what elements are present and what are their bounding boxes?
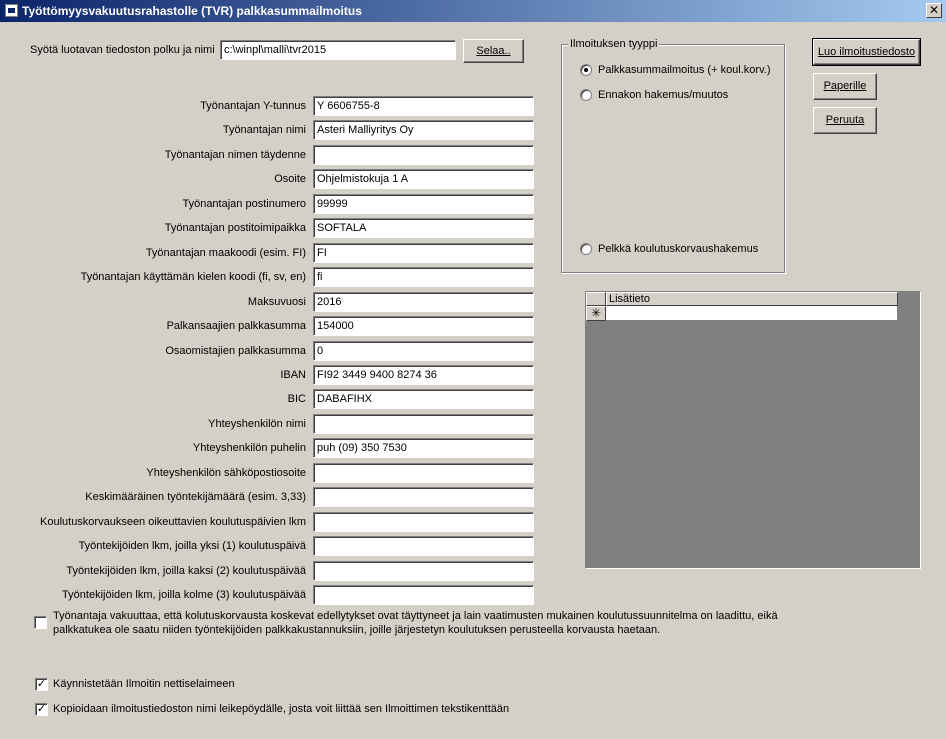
cancel-button[interactable]: Peruuta xyxy=(813,107,877,134)
form-field-input[interactable]: DABAFIHX xyxy=(313,389,534,409)
form-field-label: Osoite xyxy=(274,173,306,185)
copy-clipboard-checkbox[interactable]: ✓ xyxy=(35,703,48,716)
form-field-input[interactable]: FI xyxy=(313,243,534,263)
form-field-label: Työntekijöiden lkm, joilla kolme (3) kou… xyxy=(62,589,306,601)
form-field-label: Palkansaajien palkkasumma xyxy=(166,320,306,332)
form-field-label: Yhteyshenkilön nimi xyxy=(208,418,306,430)
grid-column-header[interactable]: Lisätieto xyxy=(606,292,898,306)
window-title: Työttömyysvakuutusrahastolle (TVR) palkk… xyxy=(22,4,362,18)
form-field-label: Työnantajan nimen täydenne xyxy=(164,149,306,161)
file-path-label: Syötä luotavan tiedoston polku ja nimi xyxy=(30,44,215,56)
radio-training-compensation-only-label[interactable]: Pelkkä koulutuskorvaushakemus xyxy=(598,243,758,255)
form-field-input[interactable] xyxy=(313,487,534,507)
form-field-label: Keskimääräinen työntekijämäärä (esim. 3,… xyxy=(85,491,306,503)
radio-payroll-notice[interactable] xyxy=(580,64,592,76)
grid-new-row-cell[interactable] xyxy=(606,306,898,321)
form-field-input[interactable]: 0 xyxy=(313,341,534,361)
form-field-input[interactable] xyxy=(313,512,534,532)
radio-payroll-notice-label[interactable]: Palkkasummailmoitus (+ koul.korv.) xyxy=(598,64,770,76)
form-field-label: Työnantajan Y-tunnus xyxy=(200,100,306,112)
notice-type-title: Ilmoituksen tyyppi xyxy=(568,38,660,50)
create-file-button[interactable]: Luo ilmoitustiedosto xyxy=(812,38,921,66)
browse-button[interactable]: Selaa.. xyxy=(463,39,524,63)
radio-training-compensation-only[interactable] xyxy=(580,243,592,255)
browse-button-label: Selaa.. xyxy=(476,45,511,57)
assurance-checkbox[interactable] xyxy=(34,616,47,629)
launch-browser-label: Käynnistetään Ilmoitin nettiselaimeen xyxy=(53,678,235,690)
title-bar: Työttömyysvakuutusrahastolle (TVR) palkk… xyxy=(0,0,946,22)
form-field-label: Koulutuskorvaukseen oikeuttavien koulutu… xyxy=(40,516,306,528)
new-row-marker-icon[interactable]: ✳ xyxy=(586,306,606,321)
form-field-label: Työnantajan nimi xyxy=(222,124,306,136)
form-field-input[interactable]: puh (09) 350 7530 xyxy=(313,438,534,458)
form-field-label: IBAN xyxy=(280,369,306,381)
launch-browser-checkbox[interactable]: ✓ xyxy=(35,678,48,691)
radio-advance-application[interactable] xyxy=(580,89,592,101)
form-field-input[interactable]: fi xyxy=(313,267,534,287)
form-field-label: Yhteyshenkilön sähköpostiosoite xyxy=(146,467,306,479)
form-field-label: Työntekijöiden lkm, joilla kaksi (2) kou… xyxy=(66,565,306,577)
cancel-button-label: Peruuta xyxy=(825,114,865,126)
notice-type-group xyxy=(561,44,785,273)
form-field-label: Työnantajan postitoimipaikka xyxy=(164,222,306,234)
app-icon xyxy=(5,4,18,17)
form-field-input[interactable]: Y 6606755-8 xyxy=(313,96,534,116)
form-field-input[interactable] xyxy=(313,561,534,581)
additional-info-grid[interactable]: Lisätieto ✳ xyxy=(585,291,921,569)
form-field-input[interactable] xyxy=(313,585,534,605)
form-field-input[interactable]: Asteri Malliyritys Oy xyxy=(313,120,534,140)
form-field-label: Maksuvuosi xyxy=(247,296,306,308)
form-field-input[interactable]: FI92 3449 9400 8274 36 xyxy=(313,365,534,385)
form-field-input[interactable] xyxy=(313,463,534,483)
grid-corner xyxy=(586,292,606,306)
form-field-label: Osaomistajien palkkasumma xyxy=(165,345,306,357)
copy-clipboard-label: Kopioidaan ilmoitustiedoston nimi leikep… xyxy=(53,703,510,715)
paper-button-label: Paperille xyxy=(823,80,867,92)
form-field-input[interactable] xyxy=(313,536,534,556)
form-field-input[interactable] xyxy=(313,414,534,434)
form-field-label: Työnantajan postinumero xyxy=(182,198,306,210)
form-field-input[interactable]: 99999 xyxy=(313,194,534,214)
radio-advance-application-label[interactable]: Ennakon hakemus/muutos xyxy=(598,89,728,101)
assurance-text: Työnantaja vakuuttaa, että kolutuskorvau… xyxy=(53,610,778,636)
create-file-button-label: Luo ilmoitustiedosto xyxy=(817,46,916,58)
form-field-label: Yhteyshenkilön puhelin xyxy=(192,442,306,454)
form-field-input[interactable]: Ohjelmistokuja 1 A xyxy=(313,169,534,189)
form-field-input[interactable]: 2016 xyxy=(313,292,534,312)
form-field-label: Työntekijöiden lkm, joilla yksi (1) koul… xyxy=(78,540,306,552)
form-field-label: Työnantajan maakoodi (esim. FI) xyxy=(145,247,306,259)
form-field-label: BIC xyxy=(287,393,306,405)
form-field-input[interactable] xyxy=(313,145,534,165)
form-field-input[interactable]: 154000 xyxy=(313,316,534,336)
file-path-input[interactable]: c:\winpl\malli\tvr2015 xyxy=(220,40,456,60)
form-field-input[interactable]: SOFTALA xyxy=(313,218,534,238)
close-button[interactable]: ✕ xyxy=(926,3,942,18)
form-field-label: Työnantajan käyttämän kielen koodi (fi, … xyxy=(80,271,306,283)
paper-button[interactable]: Paperille xyxy=(813,73,877,100)
